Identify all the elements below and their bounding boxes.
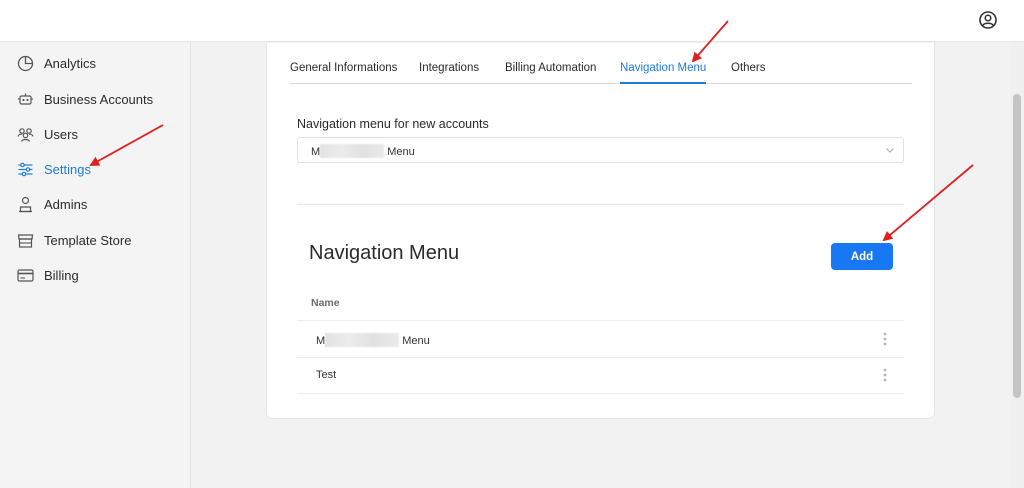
default-menu-value: M Menu <box>311 144 415 158</box>
sidebar-item-admins[interactable]: Admins <box>0 189 190 219</box>
tab-general-informations[interactable]: General Informations <box>290 62 397 84</box>
settings-tabs: General Informations Integrations Billin… <box>290 62 912 84</box>
top-bar <box>0 0 1024 42</box>
sidebar-item-analytics[interactable]: Analytics <box>0 48 190 78</box>
sidebar-item-label: Admins <box>44 197 88 212</box>
users-icon <box>17 128 34 142</box>
tab-others[interactable]: Others <box>731 62 766 84</box>
more-options-icon[interactable] <box>881 331 889 347</box>
default-menu-label: Navigation menu for new accounts <box>297 117 489 131</box>
sidebar-item-label: Template Store <box>44 233 132 248</box>
table-row[interactable]: Test <box>297 357 904 393</box>
sidebar-item-users[interactable]: Users <box>0 119 190 149</box>
sidebar-item-label: Billing <box>44 268 79 283</box>
tab-integrations[interactable]: Integrations <box>419 62 479 84</box>
sidebar-item-label: Analytics <box>44 56 97 71</box>
section-divider <box>297 204 904 205</box>
redacted-text <box>325 333 400 347</box>
sliders-icon <box>18 162 33 177</box>
sidebar-item-billing[interactable]: Billing <box>0 260 190 290</box>
default-menu-select[interactable]: M Menu <box>297 137 904 163</box>
sidebar-item-settings[interactable]: Settings <box>0 154 190 184</box>
admin-icon <box>19 196 32 213</box>
sidebar-item-label: Settings <box>44 162 91 177</box>
sidebar-item-label: Users <box>44 127 78 142</box>
credit-card-icon <box>17 269 34 282</box>
table-divider <box>297 393 904 394</box>
robot-icon <box>18 93 33 105</box>
redacted-text <box>320 144 385 158</box>
tab-billing-automation[interactable]: Billing Automation <box>505 62 596 84</box>
sidebar-item-template-store[interactable]: Template Store <box>0 225 190 255</box>
row-name: Test <box>316 369 337 381</box>
table-row[interactable]: M Menu <box>297 321 904 357</box>
sidebar-item-business-accounts[interactable]: Business Accounts <box>0 84 190 114</box>
more-options-icon[interactable] <box>881 367 889 383</box>
row-name: M Menu <box>316 333 430 347</box>
user-circle-icon[interactable] <box>978 10 998 30</box>
column-header-name: Name <box>311 297 340 309</box>
add-button[interactable]: Add <box>831 243 893 270</box>
tab-navigation-menu[interactable]: Navigation Menu <box>620 62 707 84</box>
sidebar-item-label: Business Accounts <box>44 92 154 107</box>
section-title: Navigation Menu <box>309 242 460 264</box>
scrollbar-thumb[interactable] <box>1013 94 1021 398</box>
chevron-down-icon <box>886 148 894 153</box>
store-icon <box>17 234 34 248</box>
analytics-icon <box>17 55 34 72</box>
